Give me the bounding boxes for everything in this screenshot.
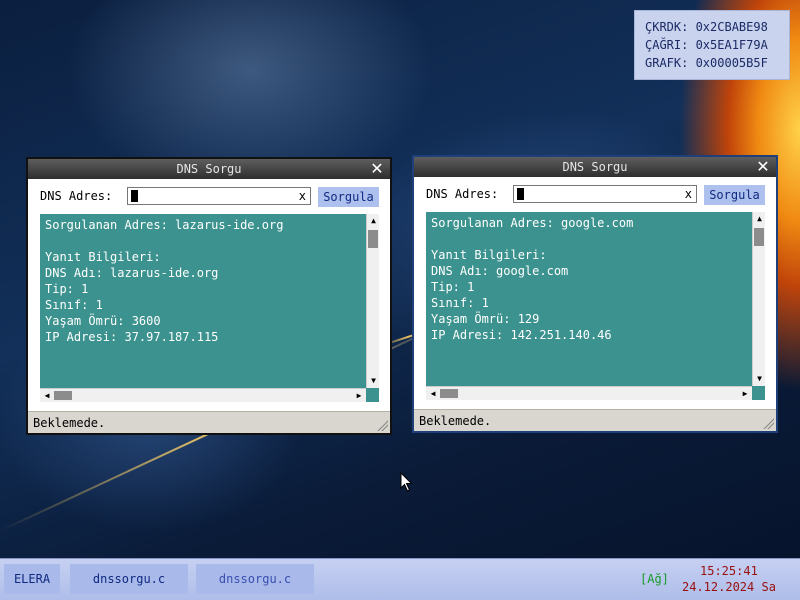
arrow-right-icon[interactable]: ▶ xyxy=(353,389,365,402)
result-line: Yaşam Ömrü: 129 xyxy=(431,312,540,326)
result-line: Yanıt Bilgileri: xyxy=(45,250,161,264)
arrow-left-icon[interactable]: ◀ xyxy=(41,389,53,402)
result-line xyxy=(45,233,361,249)
scroll-thumb[interactable] xyxy=(440,389,458,398)
clear-input-button[interactable]: x xyxy=(685,186,692,203)
query-button[interactable]: Sorgula xyxy=(318,187,379,207)
dns-address-label: DNS Adres: xyxy=(40,189,113,203)
dns-query-window-1[interactable]: DNS Sorgu ✕ DNS Adres: x Sorgula Sorgula… xyxy=(26,157,392,435)
window-client-area: DNS Adres: x Sorgula Sorgulanan Adres: l… xyxy=(28,179,390,411)
result-line: Sorgulanan Adres: google.com xyxy=(431,216,634,230)
window-titlebar[interactable]: DNS Sorgu ✕ xyxy=(28,159,390,179)
text-caret xyxy=(517,188,524,200)
clear-input-button[interactable]: x xyxy=(299,188,306,205)
result-line: Sınıf: 1 xyxy=(45,298,103,312)
arrow-left-icon[interactable]: ◀ xyxy=(427,387,439,400)
clock-date: 24.12.2024 Sa xyxy=(682,580,776,594)
call-info: ÇAĞRI: 0x5EA1F79A xyxy=(645,38,768,52)
taskbar: ELERA dnssorgu.c dnssorgu.c [Ağ] 15:25:4… xyxy=(0,558,800,600)
resize-grip-icon[interactable] xyxy=(762,417,774,429)
result-line: Tip: 1 xyxy=(431,280,475,294)
scroll-thumb[interactable] xyxy=(368,230,378,248)
window-titlebar[interactable]: DNS Sorgu ✕ xyxy=(414,157,776,177)
status-bar: Beklemede. xyxy=(414,409,776,431)
horizontal-scrollbar[interactable]: ◀ ▶ xyxy=(40,388,366,402)
query-button[interactable]: Sorgula xyxy=(704,185,765,205)
kernel-info: ÇKRDK: 0x2CBABE98 xyxy=(645,20,768,34)
network-indicator[interactable]: [Ağ] xyxy=(640,572,669,586)
clock-time: 15:25:41 xyxy=(700,564,758,578)
status-text: Beklemede. xyxy=(419,414,492,428)
result-textarea[interactable]: Sorgulanan Adres: lazarus-ide.org Yanıt … xyxy=(40,214,366,388)
taskbar-item-dnssorgu-1[interactable]: dnssorgu.c xyxy=(70,564,188,594)
scroll-thumb[interactable] xyxy=(54,391,72,400)
taskbar-item-dnssorgu-2[interactable]: dnssorgu.c xyxy=(196,564,314,594)
system-info-panel: ÇKRDK: 0x2CBABE98 ÇAĞRI: 0x5EA1F79A GRAF… xyxy=(634,10,790,80)
resize-grip-icon[interactable] xyxy=(376,419,388,431)
window-title: DNS Sorgu xyxy=(176,162,242,176)
status-text: Beklemede. xyxy=(33,416,106,430)
result-line: IP Adresi: 142.251.140.46 xyxy=(431,328,612,342)
scrollbar-corner xyxy=(366,388,379,402)
arrow-down-icon[interactable]: ▼ xyxy=(368,375,379,387)
result-line: DNS Adı: google.com xyxy=(431,264,569,278)
arrow-up-icon[interactable]: ▲ xyxy=(754,213,765,225)
arrow-up-icon[interactable]: ▲ xyxy=(368,215,379,227)
close-icon[interactable]: ✕ xyxy=(756,159,770,175)
vertical-scrollbar[interactable]: ▲ ▼ xyxy=(752,212,765,386)
result-textarea[interactable]: Sorgulanan Adres: google.com Yanıt Bilgi… xyxy=(426,212,752,386)
dns-address-input[interactable]: x xyxy=(127,187,311,205)
text-caret xyxy=(131,190,138,202)
result-line: Sınıf: 1 xyxy=(431,296,489,310)
window-client-area: DNS Adres: x Sorgula Sorgulanan Adres: g… xyxy=(414,177,776,409)
dns-query-window-2[interactable]: DNS Sorgu ✕ DNS Adres: x Sorgula Sorgula… xyxy=(412,155,778,433)
dns-address-label: DNS Adres: xyxy=(426,187,499,201)
result-line: Yanıt Bilgileri: xyxy=(431,248,547,262)
result-line xyxy=(431,231,747,247)
result-line: Tip: 1 xyxy=(45,282,89,296)
result-line: DNS Adı: lazarus-ide.org xyxy=(45,266,219,280)
window-title: DNS Sorgu xyxy=(562,160,628,174)
dns-address-input[interactable]: x xyxy=(513,185,697,203)
result-line: Yaşam Ömrü: 3600 xyxy=(45,314,161,328)
vertical-scrollbar[interactable]: ▲ ▼ xyxy=(366,214,379,388)
close-icon[interactable]: ✕ xyxy=(370,161,384,177)
result-line: IP Adresi: 37.97.187.115 xyxy=(45,330,219,344)
arrow-right-icon[interactable]: ▶ xyxy=(739,387,751,400)
scrollbar-corner xyxy=(752,386,765,400)
scroll-thumb[interactable] xyxy=(754,228,764,246)
clock: 15:25:41 24.12.2024 Sa xyxy=(682,563,792,595)
result-line: Sorgulanan Adres: lazarus-ide.org xyxy=(45,218,284,232)
status-bar: Beklemede. xyxy=(28,411,390,433)
horizontal-scrollbar[interactable]: ◀ ▶ xyxy=(426,386,752,400)
arrow-down-icon[interactable]: ▼ xyxy=(754,373,765,385)
graphics-info: GRAFK: 0x00005B5F xyxy=(645,56,768,70)
start-button[interactable]: ELERA xyxy=(4,564,60,594)
